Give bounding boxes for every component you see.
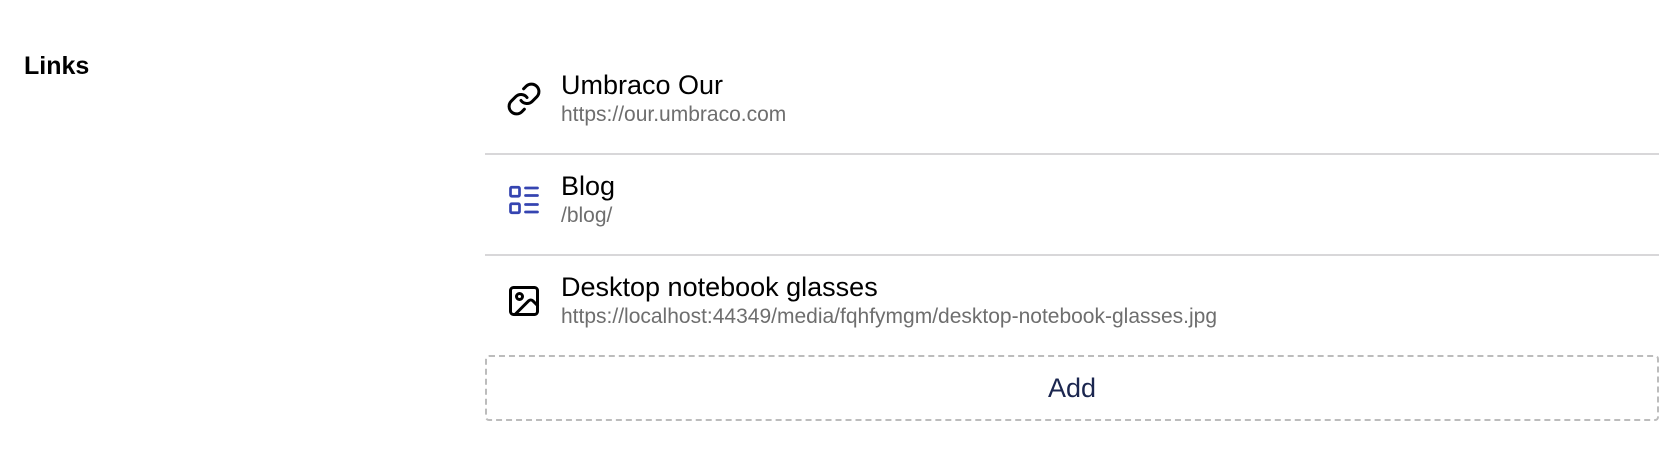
link-name: Desktop notebook glasses xyxy=(561,272,878,302)
property-label: Links xyxy=(24,52,90,80)
link-name: Blog xyxy=(561,171,616,201)
link-text: Desktop notebook glasses https://localho… xyxy=(561,271,1659,331)
link-list: Umbraco Our https://our.umbraco.com Blog… xyxy=(485,54,1659,357)
link-url: https://localhost:44349/media/fqhfymgm/d… xyxy=(561,305,1218,328)
link-icon xyxy=(505,80,543,118)
link-item-umbraco-our[interactable]: Umbraco Our https://our.umbraco.com xyxy=(485,54,1659,155)
link-item-desktop-notebook-glasses[interactable]: Desktop notebook glasses https://localho… xyxy=(485,256,1659,357)
link-name: Umbraco Our xyxy=(561,70,724,100)
list-document-icon xyxy=(505,181,543,219)
link-item-blog[interactable]: Blog /blog/ xyxy=(485,155,1659,256)
link-text: Blog /blog/ xyxy=(561,170,1659,230)
link-text: Umbraco Our https://our.umbraco.com xyxy=(561,69,1659,129)
link-url: /blog/ xyxy=(561,204,613,227)
links-property: Links Umbraco Our https://our.umbraco.co… xyxy=(0,0,1676,468)
image-icon xyxy=(505,282,543,320)
link-url: https://our.umbraco.com xyxy=(561,103,787,126)
add-link-button[interactable]: Add xyxy=(485,355,1659,421)
